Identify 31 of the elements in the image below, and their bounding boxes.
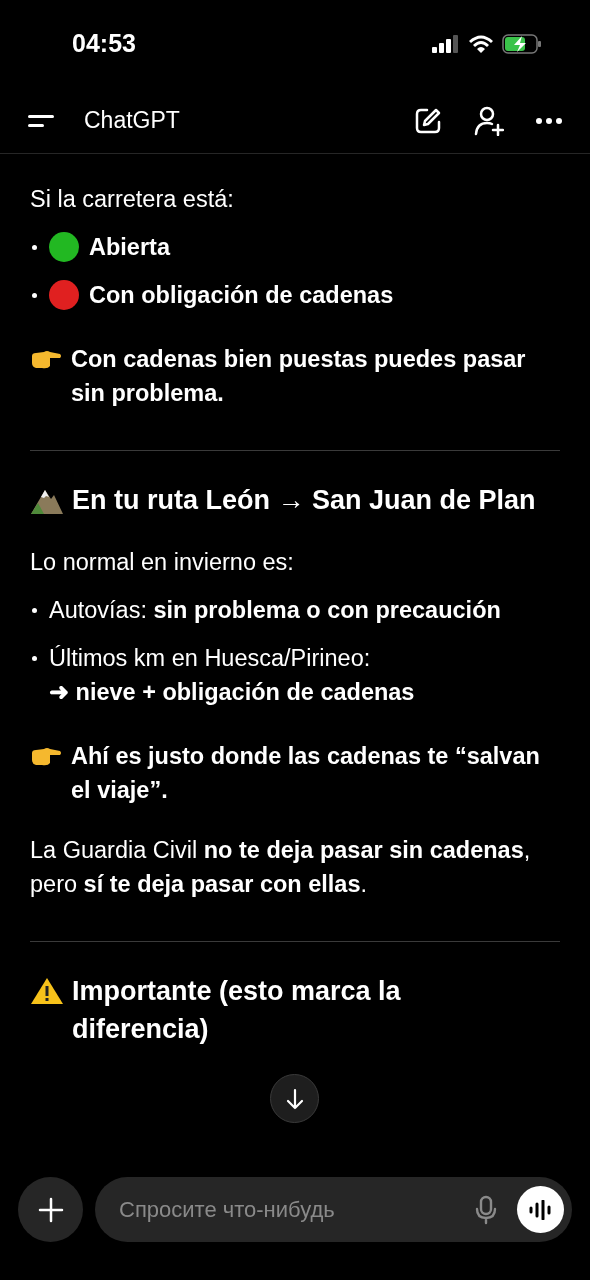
section-heading: Importante (esto marca la diferencia) [72, 975, 402, 1046]
pointing-hand-icon [30, 745, 62, 767]
bullet-text: Con obligación de cadenas [89, 281, 394, 310]
add-person-icon[interactable] [474, 105, 504, 136]
new-chat-icon[interactable] [414, 106, 442, 135]
wifi-icon [468, 34, 494, 54]
status-time: 04:53 [72, 28, 136, 60]
arrow-down-icon [284, 1087, 305, 1110]
bullet-continuation: ➜ nieve + obligación de cadenas [49, 678, 415, 707]
bullet-text: Autovías: sin problema o con precaución [49, 596, 501, 625]
tip-text: Con cadenas bien puestas puedes pasar sin problema. [71, 345, 527, 408]
battery-icon [502, 34, 542, 54]
message-paragraph: Lo normal en invierno es: [30, 548, 295, 577]
signal-icon [432, 35, 460, 53]
voice-mode-button[interactable] [517, 1186, 564, 1233]
message-field[interactable]: Спросите что-нибудь [95, 1177, 572, 1242]
pointing-hand-icon [30, 348, 62, 370]
scroll-down-button[interactable] [270, 1074, 319, 1123]
message-paragraph: Si la carretera está: [30, 185, 235, 214]
warning-icon [30, 976, 64, 1006]
app-title: ChatGPT [84, 106, 180, 136]
message-input[interactable]: Спросите что-нибудь [119, 1193, 475, 1226]
more-icon[interactable] [536, 117, 562, 124]
section-heading: En tu ruta León → San Juan de Plan [72, 484, 536, 517]
sound-wave-icon [527, 1199, 554, 1220]
message-paragraph: La Guardia Civil no te deja pasar sin cadenas, pero sí te deja pasar con ellas. [30, 836, 532, 899]
tip-text: Ahí es justo donde las cadenas te “salvan el viaje”. [71, 742, 541, 805]
plus-icon [37, 1196, 64, 1223]
microphone-icon[interactable] [475, 1194, 497, 1225]
bullet-text: Abierta [89, 233, 170, 262]
bullet-text: Últimos km en Huesca/Pirineo: [49, 644, 371, 673]
